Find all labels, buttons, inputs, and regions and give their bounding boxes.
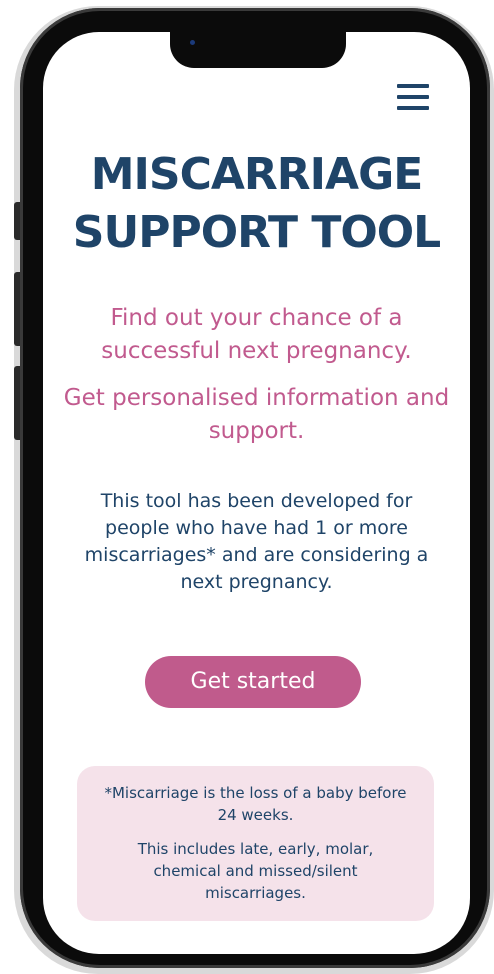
device-notch (170, 32, 346, 68)
page-title: MISCARRIAGE SUPPORT TOOL (43, 146, 470, 262)
title-line-1: MISCARRIAGE (90, 149, 424, 200)
intro-chance-text: Find out your chance of a successful nex… (101, 305, 412, 364)
intro-support-text: Get personalised information and support… (63, 385, 450, 444)
app-screen: MISCARRIAGE SUPPORT TOOL Find out your c… (43, 32, 470, 954)
miscarriage-definition-box: *Miscarriage is the loss of a baby befor… (77, 766, 434, 921)
mute-switch (14, 202, 20, 240)
title-line-2: SUPPORT TOOL (72, 207, 441, 258)
volume-down-button (14, 366, 20, 440)
volume-up-button (14, 272, 20, 346)
includes-text: This includes late, early, molar, chemic… (137, 840, 374, 902)
definition-text: *Miscarriage is the loss of a baby befor… (104, 784, 407, 824)
hamburger-menu-icon[interactable] (397, 84, 429, 110)
get-started-button[interactable]: Get started (145, 656, 361, 708)
camera-icon (190, 40, 195, 45)
tool-description: This tool has been developed for people … (84, 490, 429, 593)
